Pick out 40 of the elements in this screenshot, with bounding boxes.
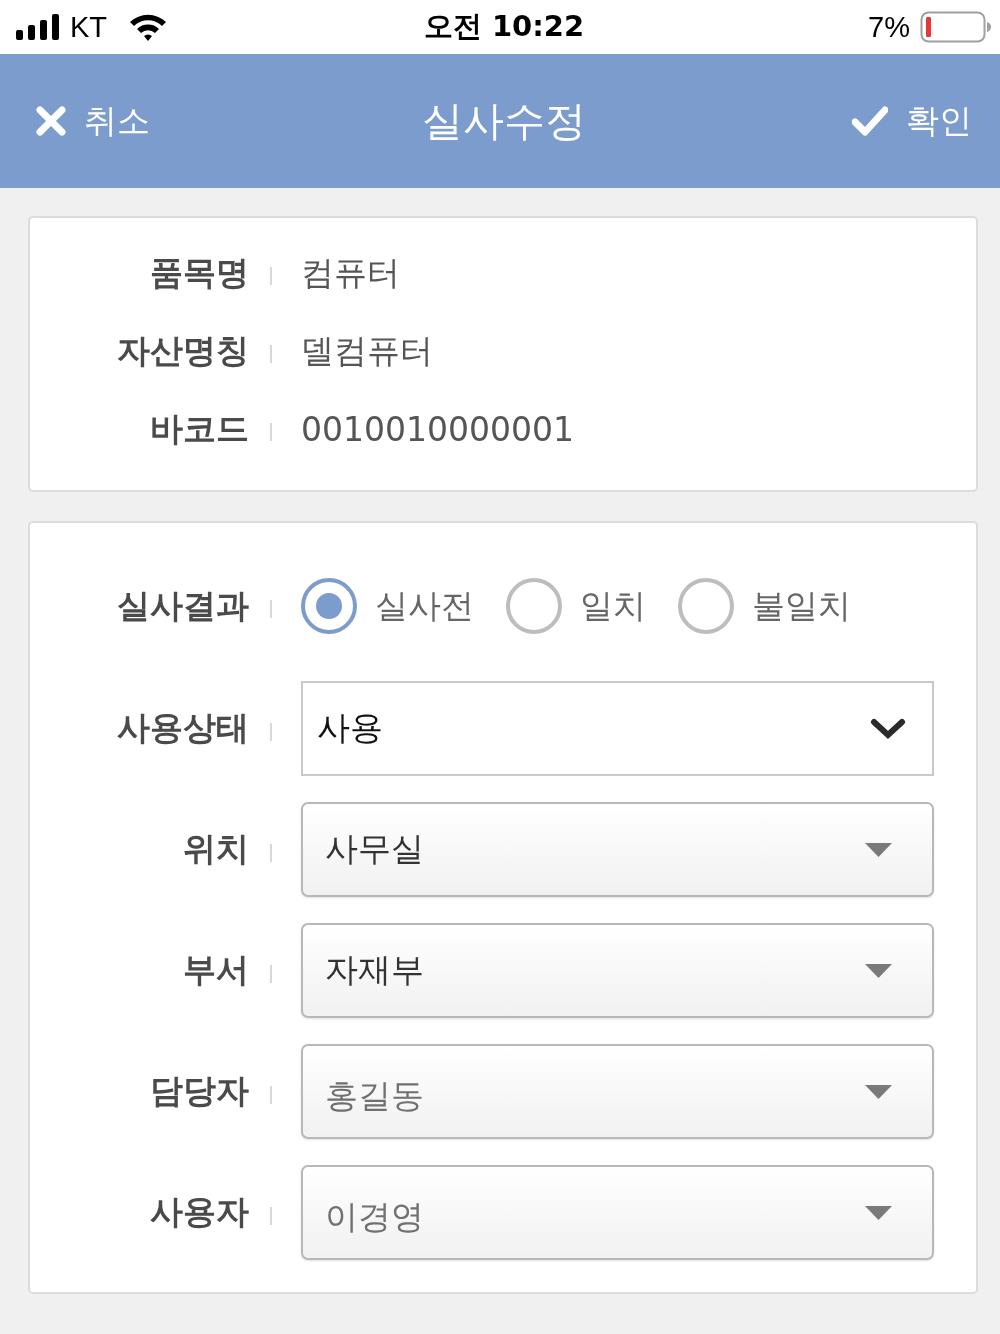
carrier-name: KT (70, 10, 108, 44)
page-title: 실사수정 (422, 95, 586, 147)
field-label: 품목명 (149, 251, 249, 294)
dropdown-field[interactable]: 자재부 (301, 923, 934, 1018)
status-time: 오전 10:22 (423, 8, 585, 45)
field-value: 델컴퓨터 (301, 329, 433, 372)
radio-button[interactable] (678, 578, 734, 634)
battery-percent: 7% (868, 10, 910, 44)
close-icon (36, 106, 66, 136)
signal-icon (16, 14, 60, 40)
radio-button[interactable] (506, 578, 562, 634)
caret-down-icon (865, 1084, 892, 1099)
radio-button[interactable] (301, 578, 357, 634)
dropdown-field[interactable]: 사용 (301, 681, 934, 776)
radio-label[interactable]: 불일치 (752, 583, 851, 629)
dropdown-value: 사무실 (325, 828, 424, 870)
check-icon (852, 106, 888, 136)
field-value: 0010010000001 (301, 409, 574, 449)
field-label: 실사결과 (116, 584, 249, 627)
caret-down-icon (865, 963, 892, 978)
chevron-down-icon (870, 717, 906, 740)
field-value: 컴퓨터 (301, 251, 400, 294)
dropdown-value: 자재부 (325, 949, 424, 991)
dropdown-value: 이경영 (325, 1196, 424, 1238)
field-label: 위치 (182, 828, 249, 870)
caret-down-icon (865, 842, 892, 857)
wifi-icon (129, 13, 168, 41)
radio-label[interactable]: 실사전 (375, 583, 474, 629)
field-label: 사용자 (149, 1191, 249, 1233)
caret-down-icon (865, 1205, 892, 1220)
field-label: 바코드 (149, 407, 249, 450)
field-label: 사용상태 (116, 707, 249, 749)
dropdown-field[interactable]: 사무실 (301, 802, 934, 897)
dropdown-value: 홍길동 (325, 1075, 424, 1117)
battery-icon (920, 11, 992, 43)
radio-label[interactable]: 일치 (580, 583, 646, 629)
field-label: 자산명칭 (116, 329, 249, 372)
field-label: 담당자 (149, 1070, 249, 1112)
dropdown-value: 사용 (317, 707, 383, 749)
field-label: 부서 (182, 949, 249, 991)
